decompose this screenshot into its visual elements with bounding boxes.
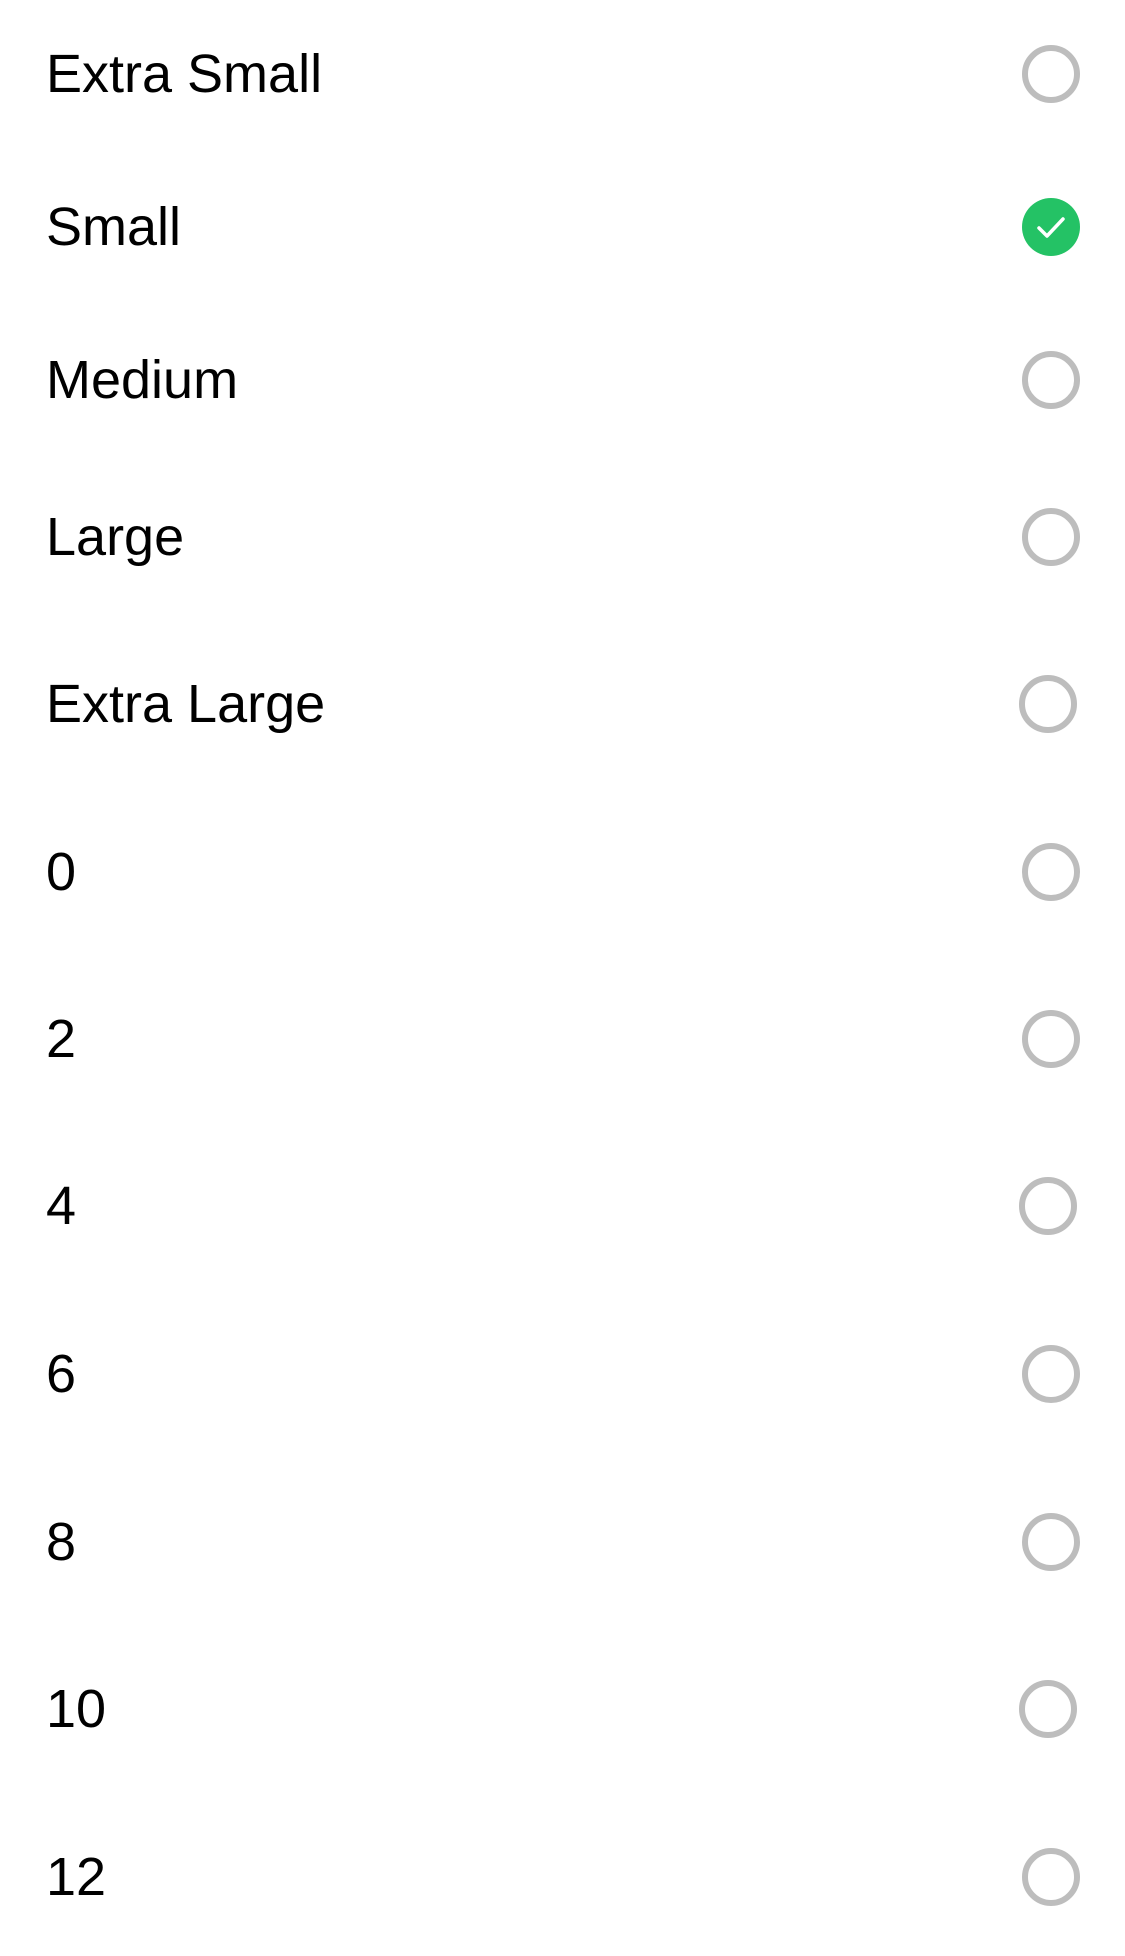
option-row-6[interactable]: 6 <box>0 1304 1125 1444</box>
option-row-small[interactable]: Small <box>0 157 1125 297</box>
option-row-2[interactable]: 2 <box>0 969 1125 1109</box>
radio-unselected-icon[interactable] <box>1022 508 1080 566</box>
option-row-10[interactable]: 10 <box>0 1639 1125 1779</box>
option-label: Extra Small <box>46 44 323 104</box>
option-label: Extra Large <box>46 674 326 734</box>
option-row-medium[interactable]: Medium <box>0 310 1125 450</box>
option-label: 8 <box>46 1512 77 1572</box>
radio-checked-icon[interactable] <box>1022 198 1080 256</box>
option-row-12[interactable]: 12 <box>0 1807 1125 1947</box>
option-row-extra-small[interactable]: Extra Small <box>0 4 1125 144</box>
size-option-list: Extra Small Small Medium Large Extra Lar… <box>0 0 1125 1956</box>
radio-unselected-icon[interactable] <box>1019 1177 1077 1235</box>
option-label: 6 <box>46 1344 77 1404</box>
option-label: Medium <box>46 350 239 410</box>
option-label: 10 <box>46 1679 107 1739</box>
option-row-extra-large[interactable]: Extra Large <box>0 634 1125 774</box>
radio-unselected-icon[interactable] <box>1022 45 1080 103</box>
radio-unselected-icon[interactable] <box>1022 1513 1080 1571</box>
option-label: 4 <box>46 1176 77 1236</box>
option-label: 12 <box>46 1847 107 1907</box>
radio-unselected-icon[interactable] <box>1019 675 1077 733</box>
option-row-0[interactable]: 0 <box>0 802 1125 942</box>
option-label: 0 <box>46 842 77 902</box>
option-row-4[interactable]: 4 <box>0 1136 1125 1276</box>
radio-unselected-icon[interactable] <box>1022 1010 1080 1068</box>
option-row-8[interactable]: 8 <box>0 1472 1125 1612</box>
radio-unselected-icon[interactable] <box>1019 1680 1077 1738</box>
checkmark-icon <box>1037 217 1065 238</box>
radio-unselected-icon[interactable] <box>1022 843 1080 901</box>
radio-unselected-icon[interactable] <box>1022 351 1080 409</box>
radio-unselected-icon[interactable] <box>1022 1345 1080 1403</box>
option-row-large[interactable]: Large <box>0 467 1125 607</box>
option-label: 2 <box>46 1009 77 1069</box>
option-label: Large <box>46 507 185 567</box>
option-label: Small <box>46 197 182 257</box>
radio-unselected-icon[interactable] <box>1022 1848 1080 1906</box>
